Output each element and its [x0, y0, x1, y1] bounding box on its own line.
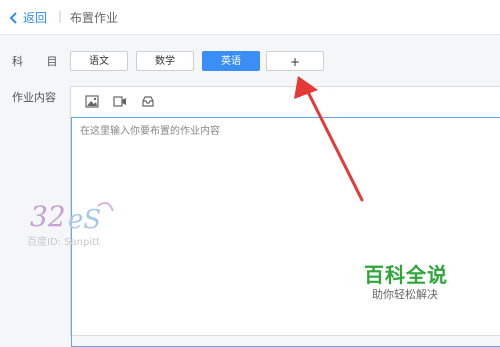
subject-chinese-button[interactable]: 语文	[70, 51, 128, 71]
back-label: 返回	[23, 11, 48, 25]
watermark-text: 百度ID: Sanpitt	[27, 237, 100, 248]
page-title: 布置作业	[70, 11, 119, 25]
editor-toolbar	[71, 87, 500, 118]
video-icon[interactable]	[113, 95, 127, 108]
brand-logo-text: 百科全说	[364, 263, 448, 287]
subject-english-button[interactable]: 英语	[202, 51, 260, 71]
content-placeholder: 在这里输入你要布置的作业内容	[80, 126, 220, 137]
image-icon[interactable]	[85, 95, 99, 108]
subject-label: 科 目	[12, 55, 68, 68]
watermark-logo: 32 eS	[30, 200, 114, 235]
svg-text:32: 32	[30, 200, 66, 233]
inbox-icon[interactable]	[141, 95, 155, 108]
chevron-left-icon	[9, 11, 17, 24]
content-label: 作业内容	[12, 91, 56, 104]
subject-math-button[interactable]: 数学	[136, 51, 194, 71]
back-button[interactable]: 返回	[8, 9, 47, 26]
top-bar: 返回 | 布置作业	[0, 0, 500, 35]
homework-content-input[interactable]: 在这里输入你要布置的作业内容	[71, 117, 500, 347]
add-subject-button[interactable]: +	[266, 51, 324, 71]
svg-text:eS: eS	[68, 205, 101, 235]
brand-slogan: 助你轻松解决	[372, 288, 438, 301]
header-separator: |	[58, 9, 63, 23]
